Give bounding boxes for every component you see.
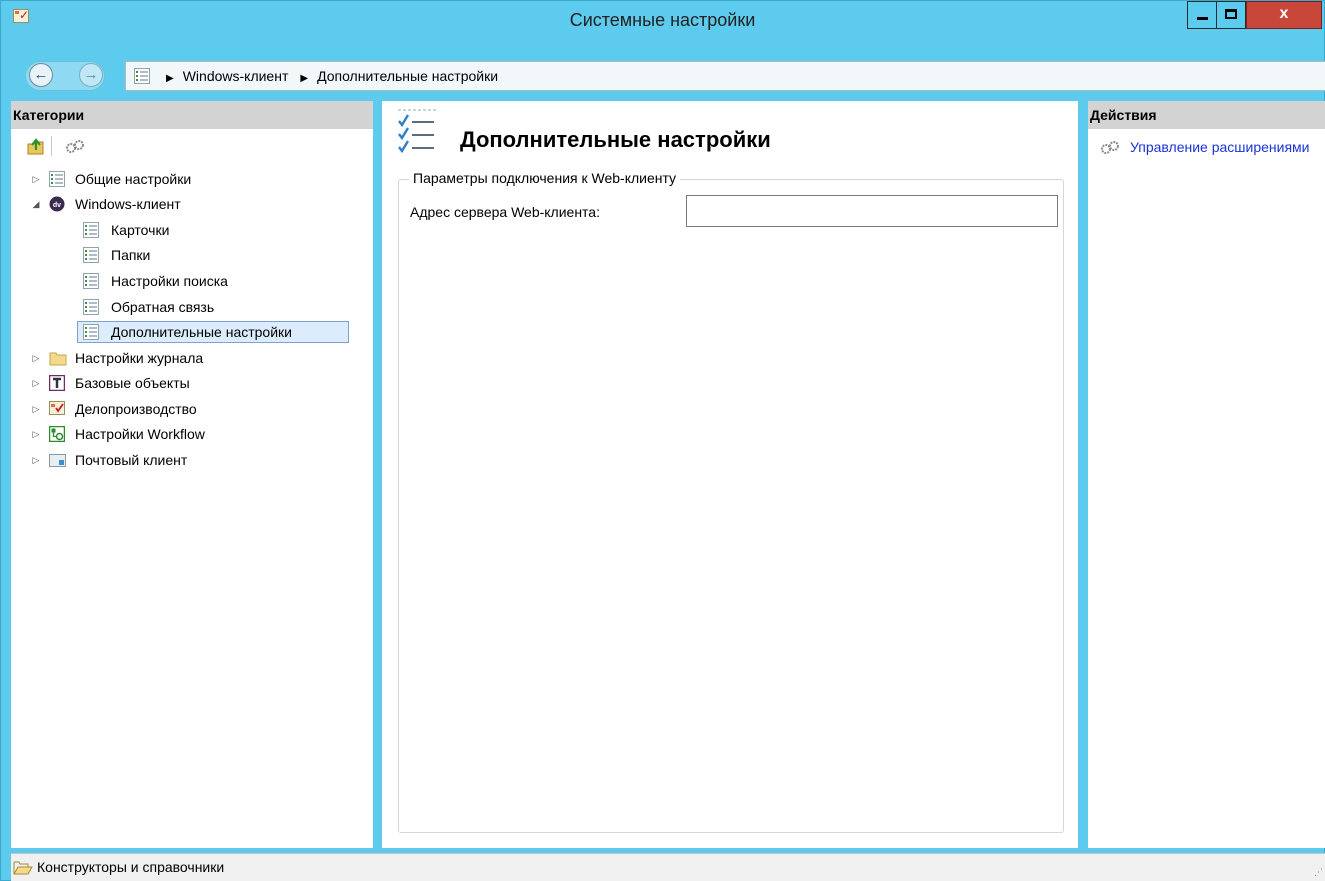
expand-arrow-icon[interactable]: ▷: [29, 167, 43, 191]
tree-item-label: Карточки: [111, 222, 170, 238]
maximize-button[interactable]: [1216, 1, 1246, 29]
page-title: Дополнительные настройки: [460, 127, 771, 152]
workflow-icon: [49, 426, 65, 442]
maximize-icon: [1225, 9, 1237, 19]
settings-list-icon: [398, 109, 436, 154]
svg-text:dv: dv: [53, 202, 61, 209]
main-window: ✓ Системные настройки x ← → ▶ Windows-кли…: [0, 0, 1325, 881]
actions-pane: Действия Управление расширениями: [1088, 101, 1325, 848]
categories-toolbar: [11, 129, 373, 163]
mail-client-icon: [49, 454, 66, 467]
status-bar: Конструкторы и справочники ⋰: [11, 853, 1325, 881]
web-server-address-label: Адрес сервера Web-клиента:: [410, 204, 600, 220]
breadcrumb-item[interactable]: Дополнительные настройки: [317, 68, 498, 84]
categories-pane: Категории ▷ Общие настройки ◢ dv Windows…: [11, 101, 373, 848]
resize-grip-icon[interactable]: ⋰: [1314, 867, 1323, 878]
back-button[interactable]: ←: [29, 63, 53, 87]
status-text[interactable]: Конструкторы и справочники: [37, 854, 224, 880]
expand-arrow-icon[interactable]: ▷: [29, 448, 43, 472]
folder-up-icon[interactable]: [27, 138, 45, 156]
tree-item-label: Почтовый клиент: [75, 452, 188, 468]
breadcrumb: ▶ Windows-клиент ▶ Дополнительные настройки: [160, 62, 498, 93]
window-title: Системные настройки: [569, 10, 756, 30]
expand-arrow-icon[interactable]: ▷: [29, 397, 43, 421]
expand-arrow-icon[interactable]: ▷: [29, 371, 43, 395]
web-client-connection-group: Параметры подключения к Web-клиенту Адре…: [398, 170, 1064, 833]
tree-item-label: Делопроизводство: [75, 401, 197, 417]
settings-list-icon: [83, 247, 99, 263]
base-objects-icon: [49, 375, 65, 391]
tree-item-label: Настройки Workflow: [75, 426, 205, 442]
breadcrumb-chevron-icon[interactable]: ▶: [166, 73, 174, 84]
tree-item-label: Обратная связь: [111, 299, 215, 315]
forward-button[interactable]: →: [79, 63, 103, 87]
dv-logo-icon: dv: [49, 196, 65, 212]
manage-extensions-link[interactable]: Управление расширениями: [1130, 137, 1310, 157]
tree-item-label: Базовые объекты: [75, 375, 190, 391]
back-arrow-icon: ←: [33, 66, 49, 83]
minimize-icon: [1197, 17, 1208, 20]
web-server-address-input[interactable]: [686, 195, 1058, 227]
expand-arrow-icon[interactable]: ▷: [29, 422, 43, 446]
tree-item-label: Windows-клиент: [75, 196, 181, 212]
toolbar-separator: [51, 136, 52, 156]
breadcrumb-chevron-icon[interactable]: ▶: [300, 73, 308, 84]
settings-list-icon: [134, 68, 150, 84]
folder-icon: [49, 352, 67, 366]
tree-item-label: Настройки поиска: [111, 273, 228, 289]
actions-header: Действия: [1088, 101, 1325, 129]
minimize-button[interactable]: [1187, 1, 1217, 29]
settings-list-icon: [83, 299, 99, 315]
expand-arrow-icon[interactable]: ▷: [29, 346, 43, 370]
settings-list-icon: [83, 273, 99, 289]
collapse-arrow-icon[interactable]: ◢: [29, 192, 43, 216]
settings-list-icon: [49, 171, 65, 187]
tree-item-label: Настройки журнала: [75, 350, 204, 366]
title-bar[interactable]: ✓ Системные настройки x: [1, 1, 1324, 51]
tree-item-label: Общие настройки: [75, 171, 192, 187]
gears-icon[interactable]: [65, 138, 85, 156]
address-bar[interactable]: ▶ Windows-клиент ▶ Дополнительные настройки: [125, 61, 1325, 91]
gears-icon: [1101, 141, 1119, 154]
breadcrumb-item[interactable]: Windows-клиент: [183, 68, 289, 84]
tree-item-label: Дополнительные настройки: [111, 324, 292, 340]
close-icon: x: [1279, 5, 1289, 22]
tree-item-label: Папки: [111, 247, 151, 263]
office-work-icon: [49, 401, 65, 415]
close-button[interactable]: x: [1246, 1, 1322, 29]
group-title: Параметры подключения к Web-клиенту: [409, 170, 681, 186]
categories-header: Категории: [11, 101, 373, 129]
settings-list-icon: [83, 222, 99, 238]
folder-open-icon[interactable]: [13, 860, 33, 875]
settings-list-icon: [83, 324, 99, 340]
navigation-bar: ← → ▶ Windows-клиент ▶ Дополнительные настр…: [19, 59, 1325, 91]
content-pane: Дополнительные настройки Параметры подкл…: [382, 101, 1078, 848]
forward-arrow-icon: →: [83, 66, 99, 83]
